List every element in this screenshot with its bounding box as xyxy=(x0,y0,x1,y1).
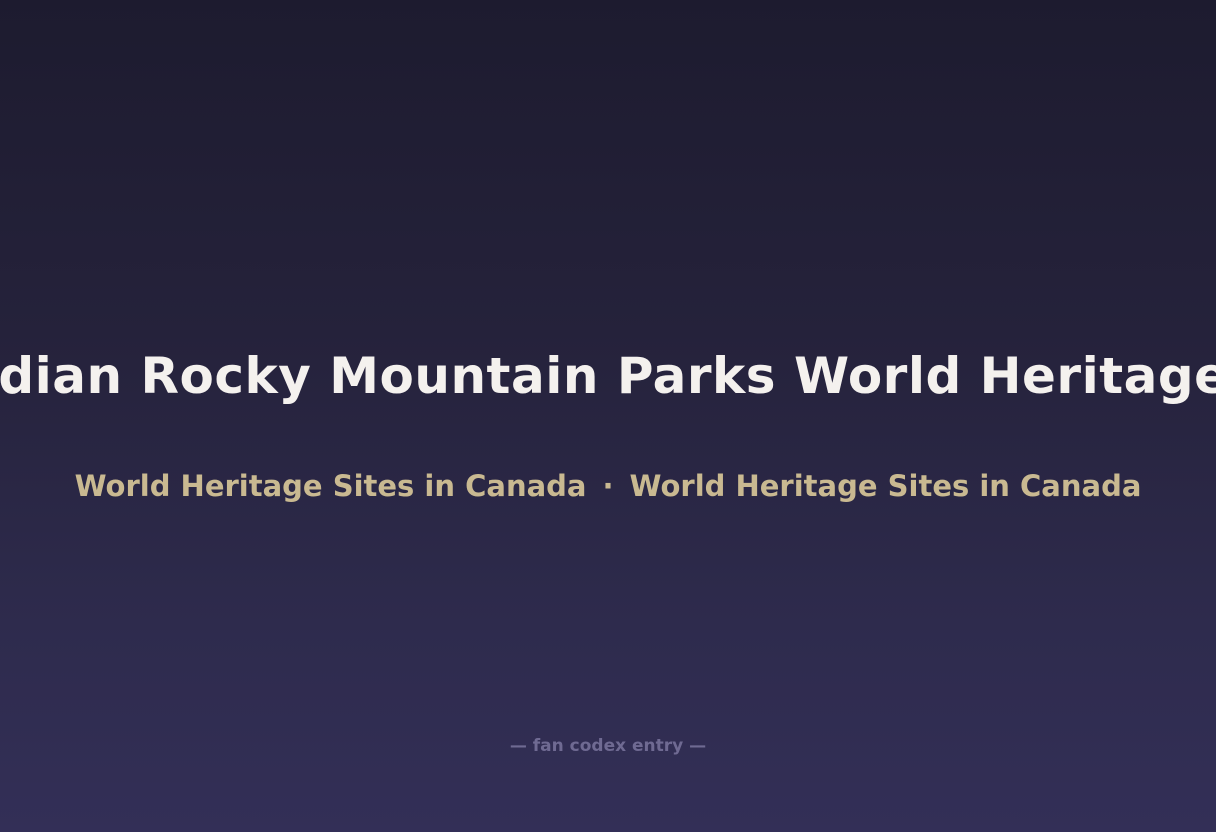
subtitle: World Heritage Sites in Canada · World Her… xyxy=(0,466,1216,506)
page-title: Canadian Rocky Mountain Parks World Heri… xyxy=(0,347,1216,405)
subtitle-category-left: World Heritage Sites in Canada xyxy=(74,469,587,503)
footer-caption: — fan codex entry — xyxy=(509,736,707,756)
subtitle-category-right: World Heritage Sites in Canada xyxy=(629,469,1142,503)
title-container: Canadian Rocky Mountain Parks World Heri… xyxy=(0,340,1216,412)
subtitle-separator: · xyxy=(602,469,614,503)
